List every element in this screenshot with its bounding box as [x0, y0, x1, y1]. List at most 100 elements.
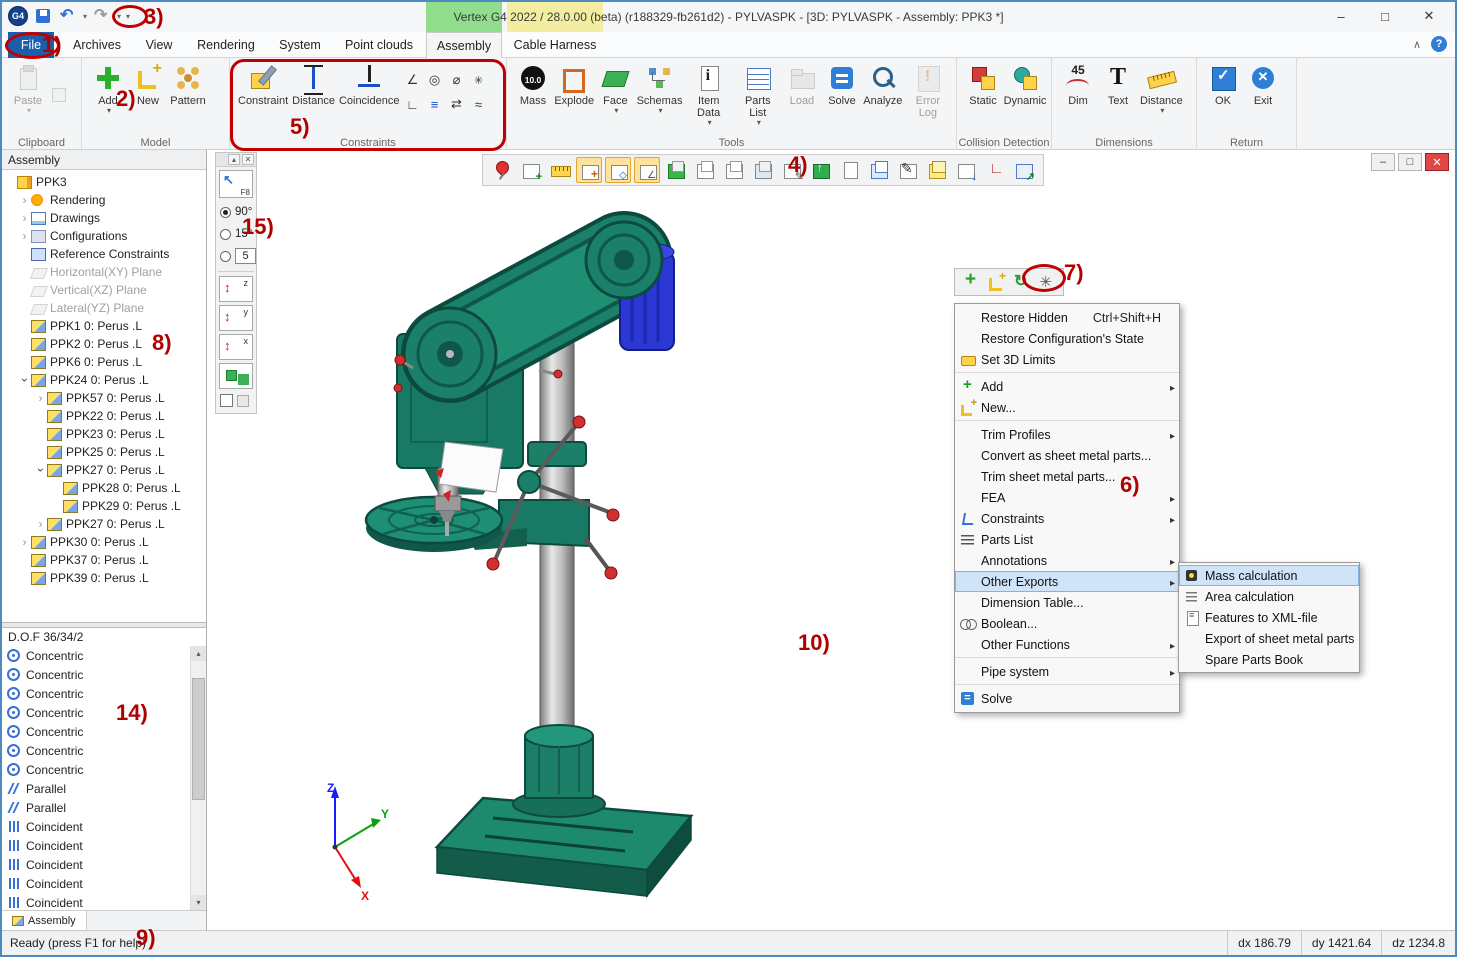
tab-archives[interactable]: Archives	[62, 32, 132, 58]
context-menu-item[interactable]: Annotations	[955, 550, 1179, 571]
tree-item[interactable]: PPK29 0: Perus .L	[2, 497, 206, 515]
tree-item[interactable]: Configurations	[2, 227, 206, 245]
context-menu-item[interactable]: Restore Configuration's State	[955, 328, 1179, 349]
maximize-button[interactable]	[1363, 2, 1407, 30]
minimize-button[interactable]	[1319, 2, 1363, 30]
measure-icon[interactable]	[547, 157, 573, 183]
context-menu-item[interactable]: Solve	[955, 688, 1179, 709]
new-button[interactable]: New	[128, 60, 168, 107]
panel-close-icon[interactable]	[242, 154, 254, 165]
tree-item[interactable]: Horizontal(XY) Plane	[2, 263, 206, 281]
scrollbar-thumb[interactable]	[192, 678, 205, 800]
gear-icon[interactable]	[1037, 271, 1059, 293]
undo-dropdown-icon[interactable]	[83, 12, 87, 21]
view-hidden-line-icon[interactable]	[721, 157, 747, 183]
add-button[interactable]: Add ▾	[88, 60, 128, 116]
panel-checkbox[interactable]	[220, 394, 233, 407]
dof-item[interactable]: Coincident	[2, 855, 190, 874]
angle-15-radio[interactable]: 15°	[216, 223, 256, 245]
dof-item[interactable]: Coincident	[2, 817, 190, 836]
dof-item[interactable]: Parallel	[2, 779, 190, 798]
help-icon[interactable]: ?	[1431, 36, 1447, 52]
coordinate-system-icon[interactable]	[982, 157, 1008, 183]
scroll-down-icon[interactable]	[191, 895, 206, 910]
tree-item[interactable]: PPK57 0: Perus .L	[2, 389, 206, 407]
redo-icon[interactable]	[92, 6, 112, 26]
tree-item[interactable]: Rendering	[2, 191, 206, 209]
dof-item[interactable]: Parallel	[2, 798, 190, 817]
schemas-button[interactable]: Schemas ▾	[635, 60, 683, 116]
tree-item[interactable]: PPK37 0: Perus .L	[2, 551, 206, 569]
tree-item[interactable]: PPK24 0: Perus .L	[2, 371, 206, 389]
dof-item[interactable]: Concentric	[2, 741, 190, 760]
view-wireframe-icon[interactable]	[692, 157, 718, 183]
dof-item[interactable]: Concentric	[2, 646, 190, 665]
context-menu-item[interactable]: Set 3D Limits	[955, 349, 1179, 373]
view-shaded-icon[interactable]	[663, 157, 689, 183]
redo-dropdown-icon[interactable]	[117, 12, 121, 21]
3d-viewport[interactable]: F8 90° 15° 5 z y	[208, 150, 1455, 930]
tab-file[interactable]: File	[8, 32, 54, 58]
close-button[interactable]	[1407, 2, 1451, 30]
ok-button[interactable]: OK	[1203, 60, 1243, 107]
text-button[interactable]: T Text	[1098, 60, 1138, 107]
f8-view-button[interactable]: F8	[219, 170, 253, 198]
tab-rendering[interactable]: Rendering	[188, 32, 264, 58]
refresh-icon[interactable]	[1011, 271, 1033, 293]
snap-free-icon[interactable]	[576, 157, 602, 183]
tab-point-clouds[interactable]: Point clouds	[338, 32, 420, 58]
dof-scrollbar[interactable]	[190, 646, 206, 910]
tree-item[interactable]: PPK27 0: Perus .L	[2, 461, 206, 479]
align-view-button[interactable]	[219, 363, 253, 389]
paste-button[interactable]: Paste ▾	[8, 60, 48, 116]
tree-item[interactable]: PPK6 0: Perus .L	[2, 353, 206, 371]
dof-item[interactable]: Concentric	[2, 722, 190, 741]
panel-collapse-icon[interactable]	[228, 154, 240, 165]
context-menu-item[interactable]: Pipe system	[955, 661, 1179, 685]
dof-item[interactable]: Concentric	[2, 665, 190, 684]
tree-expander-icon[interactable]	[18, 535, 31, 549]
context-menu-item[interactable]: Restore Hidden Ctrl+Shift+H	[955, 307, 1179, 328]
face-button[interactable]: Face ▾	[595, 60, 635, 116]
sketch-icon[interactable]	[895, 157, 921, 183]
context-menu-item[interactable]: Constraints	[955, 508, 1179, 529]
tree-expander-icon[interactable]	[18, 229, 31, 243]
qat-customize-icon[interactable]	[126, 12, 130, 21]
drill-press-model[interactable]: Z Y X	[287, 202, 717, 917]
view-box-icon[interactable]	[750, 157, 776, 183]
dof-item[interactable]: Concentric	[2, 760, 190, 779]
submenu-item[interactable]: Mass calculation	[1179, 565, 1359, 586]
context-menu-item[interactable]: Convert as sheet metal parts...	[955, 445, 1179, 466]
dim-button[interactable]: 45 Dim	[1058, 60, 1098, 107]
tree-expander-icon[interactable]	[18, 193, 31, 207]
context-menu-item[interactable]: Boolean...	[955, 613, 1179, 634]
context-menu-item[interactable]: Trim sheet metal parts...	[955, 466, 1179, 487]
copy-icon[interactable]	[52, 88, 66, 102]
tree-expander-icon[interactable]	[34, 463, 47, 477]
context-menu-item[interactable]: Dimension Table...	[955, 592, 1179, 613]
undo-icon[interactable]	[58, 6, 78, 26]
static-collision-button[interactable]: Static	[963, 60, 1003, 107]
distance-dim-button[interactable]: Distance ▾	[1138, 60, 1185, 116]
dynamic-collision-button[interactable]: Dynamic	[1003, 60, 1047, 107]
rotate-y-button[interactable]: y	[219, 305, 253, 331]
tab-assembly[interactable]: Assembly	[426, 32, 502, 58]
angle-custom-radio[interactable]: 5	[216, 245, 256, 267]
curve-constraint-icon[interactable]	[467, 92, 489, 116]
submenu-item[interactable]: Area calculation	[1179, 586, 1359, 607]
explode-button[interactable]: Explode	[553, 60, 595, 107]
custom-angle-input[interactable]: 5	[235, 248, 256, 264]
concentric-constraint-icon[interactable]	[423, 68, 445, 92]
submenu-item[interactable]: Spare Parts Book	[1179, 649, 1359, 670]
tree-item[interactable]: PPK23 0: Perus .L	[2, 425, 206, 443]
panel-tab-assembly[interactable]: Assembly	[2, 911, 87, 930]
new-icon[interactable]	[986, 271, 1008, 293]
rotate-z-button[interactable]: z	[219, 276, 253, 302]
app-logo[interactable]: G4	[8, 6, 28, 26]
tree-item[interactable]: PPK22 0: Perus .L	[2, 407, 206, 425]
pattern-button[interactable]: Pattern	[168, 60, 208, 107]
navigation-icon[interactable]	[808, 157, 834, 183]
dof-item[interactable]: Concentric	[2, 703, 190, 722]
add-icon[interactable]	[960, 271, 982, 293]
tree-item[interactable]: PPK30 0: Perus .L	[2, 533, 206, 551]
